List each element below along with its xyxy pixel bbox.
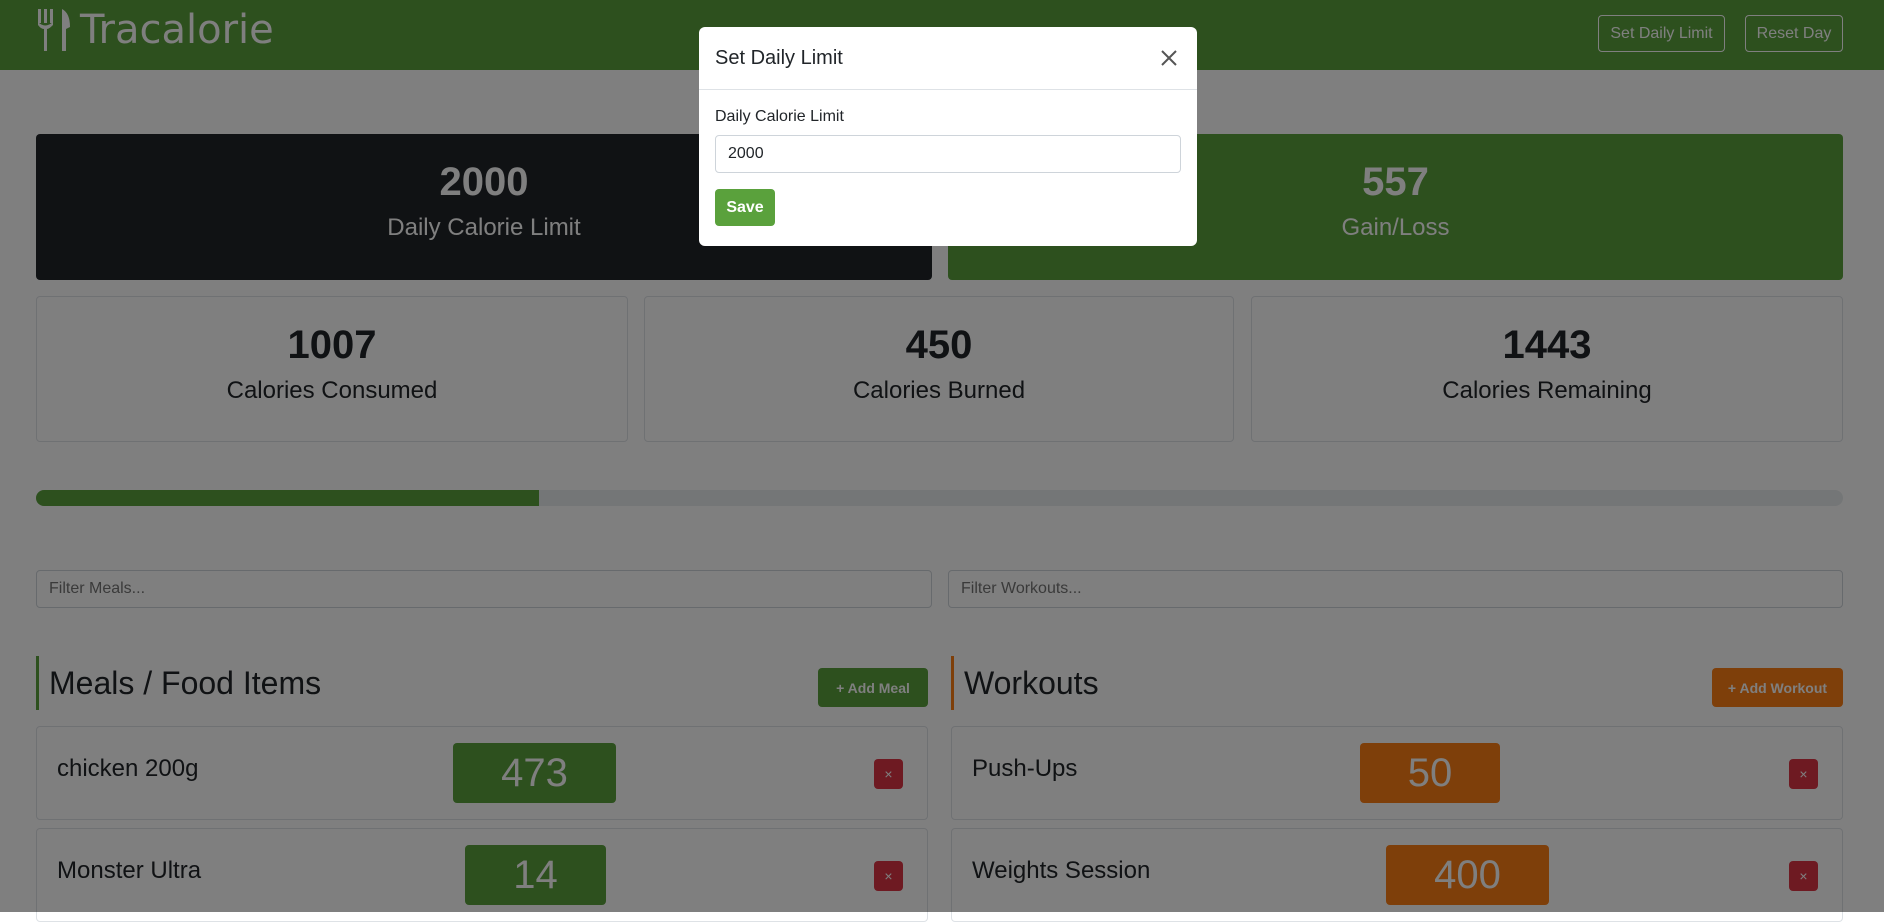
set-limit-modal: Set Daily Limit Daily Calorie Limit 2000… (699, 27, 1197, 246)
daily-limit-input[interactable]: 2000 (715, 135, 1181, 173)
modal-close-button[interactable] (1157, 46, 1181, 70)
modal-title: Set Daily Limit (715, 46, 843, 69)
modal-body: Daily Calorie Limit 2000 Save (699, 90, 1197, 242)
save-button[interactable]: Save (715, 189, 775, 226)
daily-limit-field-label: Daily Calorie Limit (715, 108, 844, 125)
modal-header: Set Daily Limit (699, 27, 1197, 90)
close-icon (1161, 50, 1177, 66)
